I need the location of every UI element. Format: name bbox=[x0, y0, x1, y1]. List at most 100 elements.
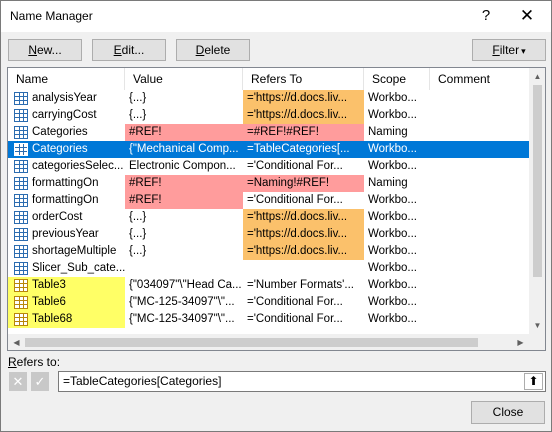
collapse-dialog-icon[interactable]: ⬆ bbox=[524, 373, 543, 390]
vertical-scrollbar[interactable]: ▲ ▼ bbox=[529, 68, 545, 334]
scroll-corner bbox=[529, 334, 545, 350]
cell-comment bbox=[430, 294, 529, 311]
cell-value: #REF! bbox=[125, 124, 243, 141]
delete-button-label: elete bbox=[204, 43, 231, 57]
cell-scope: Workbo... bbox=[368, 262, 417, 274]
scroll-right-icon[interactable]: ▶ bbox=[512, 334, 529, 350]
cancel-edit-icon[interactable]: ✕ bbox=[9, 372, 27, 391]
table-row[interactable]: Categories {"Mechanical Comp... =TableCate… bbox=[8, 141, 529, 158]
table-row[interactable]: analysisYear {...} ='https://d.docs.liv...… bbox=[8, 90, 529, 107]
table-row[interactable]: Table3 {"034097"\"Head Ca... ='Number Form… bbox=[8, 277, 529, 294]
column-header-refers-to[interactable]: Refers To bbox=[243, 68, 364, 90]
cell-comment bbox=[430, 192, 529, 209]
table-row[interactable]: Table68 {"MC-125-34097"\"... ='Conditional… bbox=[8, 311, 529, 328]
cell-refers-to: =Naming!#REF! bbox=[243, 175, 364, 192]
vertical-scroll-thumb[interactable] bbox=[533, 85, 542, 277]
cell-value bbox=[125, 260, 243, 277]
horizontal-scrollbar[interactable]: ◀ ▶ bbox=[8, 334, 529, 350]
title-bar: Name Manager ? ✕ bbox=[1, 1, 551, 32]
close-button[interactable]: Close bbox=[471, 401, 545, 424]
table-row[interactable]: Categories #REF! =#REF!#REF! Naming bbox=[8, 124, 529, 141]
cell-comment bbox=[430, 277, 529, 294]
names-list[interactable]: Name Value Refers To Scope Comment analy… bbox=[7, 67, 546, 351]
delete-button[interactable]: Delete bbox=[176, 39, 250, 61]
table-icon bbox=[14, 313, 28, 326]
cell-scope: Workbo... bbox=[368, 296, 417, 308]
name-manager-dialog: Name Manager ? ✕ New... Edit... Delete F… bbox=[0, 0, 552, 432]
cell-value: {"MC-125-34097"\"... bbox=[129, 296, 235, 308]
scroll-up-icon[interactable]: ▲ bbox=[529, 68, 545, 85]
cell-value: {...} bbox=[129, 245, 147, 257]
cell-refers-to: ='https://d.docs.liv... bbox=[243, 107, 364, 124]
help-button[interactable]: ? bbox=[471, 4, 501, 28]
cell-scope: Workbo... bbox=[368, 228, 417, 240]
cell-scope: Workbo... bbox=[368, 92, 417, 104]
cell-refers-to: ='Conditional For... bbox=[247, 313, 343, 325]
scroll-down-icon[interactable]: ▼ bbox=[529, 317, 545, 334]
cell-scope: Workbo... bbox=[368, 279, 417, 291]
cell-scope: Workbo... bbox=[368, 211, 417, 223]
cell-value: {...} bbox=[129, 109, 147, 121]
cell-value: {"MC-125-34097"\"... bbox=[129, 313, 235, 325]
table-row[interactable]: categoriesSelec... Electronic Compon... ='… bbox=[8, 158, 529, 175]
delete-button-accel: D bbox=[195, 43, 205, 57]
table-icon bbox=[14, 279, 28, 292]
cell-value: {...} bbox=[129, 211, 147, 223]
edit-button-accel: E bbox=[113, 43, 122, 57]
named-range-icon bbox=[14, 160, 28, 173]
table-row[interactable]: Slicer_Sub_cate... Workbo... bbox=[8, 260, 529, 277]
new-button-label: ew... bbox=[36, 43, 62, 57]
cell-scope: Naming bbox=[368, 126, 408, 138]
confirm-edit-icon[interactable]: ✓ bbox=[31, 372, 49, 391]
cell-comment bbox=[430, 158, 529, 175]
column-header-comment[interactable]: Comment bbox=[430, 68, 529, 90]
horizontal-scroll-thumb[interactable] bbox=[25, 338, 478, 347]
window-title: Name Manager bbox=[10, 9, 93, 23]
table-row[interactable]: Table6 {"MC-125-34097"\"... ='Conditional … bbox=[8, 294, 529, 311]
cell-scope: Workbo... bbox=[368, 245, 417, 257]
list-header: Name Value Refers To Scope Comment bbox=[8, 68, 545, 90]
cell-comment bbox=[430, 90, 529, 107]
cell-comment bbox=[430, 175, 529, 192]
close-window-button[interactable]: ✕ bbox=[507, 4, 547, 28]
cell-refers-to: ='https://d.docs.liv... bbox=[243, 90, 364, 107]
table-row[interactable]: shortageMultiple {...} ='https://d.docs.li… bbox=[8, 243, 529, 260]
cell-comment bbox=[430, 311, 529, 328]
cell-comment bbox=[430, 107, 529, 124]
table-row[interactable]: previousYear {...} ='https://d.docs.liv...… bbox=[8, 226, 529, 243]
cell-comment bbox=[430, 209, 529, 226]
edit-button-label: dit... bbox=[121, 43, 145, 57]
column-header-name[interactable]: Name bbox=[8, 68, 125, 90]
cell-refers-to: ='Conditional For... bbox=[247, 160, 343, 172]
cell-value: #REF! bbox=[125, 192, 243, 209]
chevron-down-icon: ▾ bbox=[521, 46, 526, 56]
cell-refers-to: =#REF!#REF! bbox=[243, 124, 364, 141]
table-row[interactable]: carryingCost {...} ='https://d.docs.liv...… bbox=[8, 107, 529, 124]
named-range-icon bbox=[14, 245, 28, 258]
cell-scope: Naming bbox=[368, 177, 408, 189]
cell-refers-to: ='https://d.docs.liv... bbox=[243, 226, 364, 243]
named-range-icon bbox=[14, 211, 28, 224]
filter-button-accel: F bbox=[492, 43, 500, 57]
cell-comment bbox=[430, 124, 529, 141]
table-row[interactable]: orderCost {...} ='https://d.docs.liv... Wor… bbox=[8, 209, 529, 226]
cell-scope: Workbo... bbox=[368, 109, 417, 121]
named-range-icon bbox=[14, 109, 28, 122]
column-header-scope[interactable]: Scope bbox=[364, 68, 430, 90]
table-row[interactable]: formattingOn #REF! =Naming!#REF! Naming bbox=[8, 175, 529, 192]
named-range-icon bbox=[14, 177, 28, 190]
table-icon bbox=[14, 296, 28, 309]
cell-scope: Workbo... bbox=[368, 313, 417, 325]
column-header-value[interactable]: Value bbox=[125, 68, 243, 90]
table-row[interactable]: formattingOn #REF! ='Conditional For... Wor… bbox=[8, 192, 529, 209]
named-range-icon bbox=[14, 92, 28, 105]
cell-value: #REF! bbox=[125, 175, 243, 192]
cell-refers-to: ='https://d.docs.liv... bbox=[243, 243, 364, 260]
cell-value: {...} bbox=[129, 228, 147, 240]
edit-button[interactable]: Edit... bbox=[92, 39, 166, 61]
refers-to-input[interactable]: =TableCategories[Categories] bbox=[58, 371, 546, 392]
scroll-left-icon[interactable]: ◀ bbox=[8, 334, 25, 350]
new-button[interactable]: New... bbox=[8, 39, 82, 61]
cell-refers-to bbox=[243, 260, 364, 277]
filter-button[interactable]: Filter ▾ bbox=[472, 39, 546, 61]
